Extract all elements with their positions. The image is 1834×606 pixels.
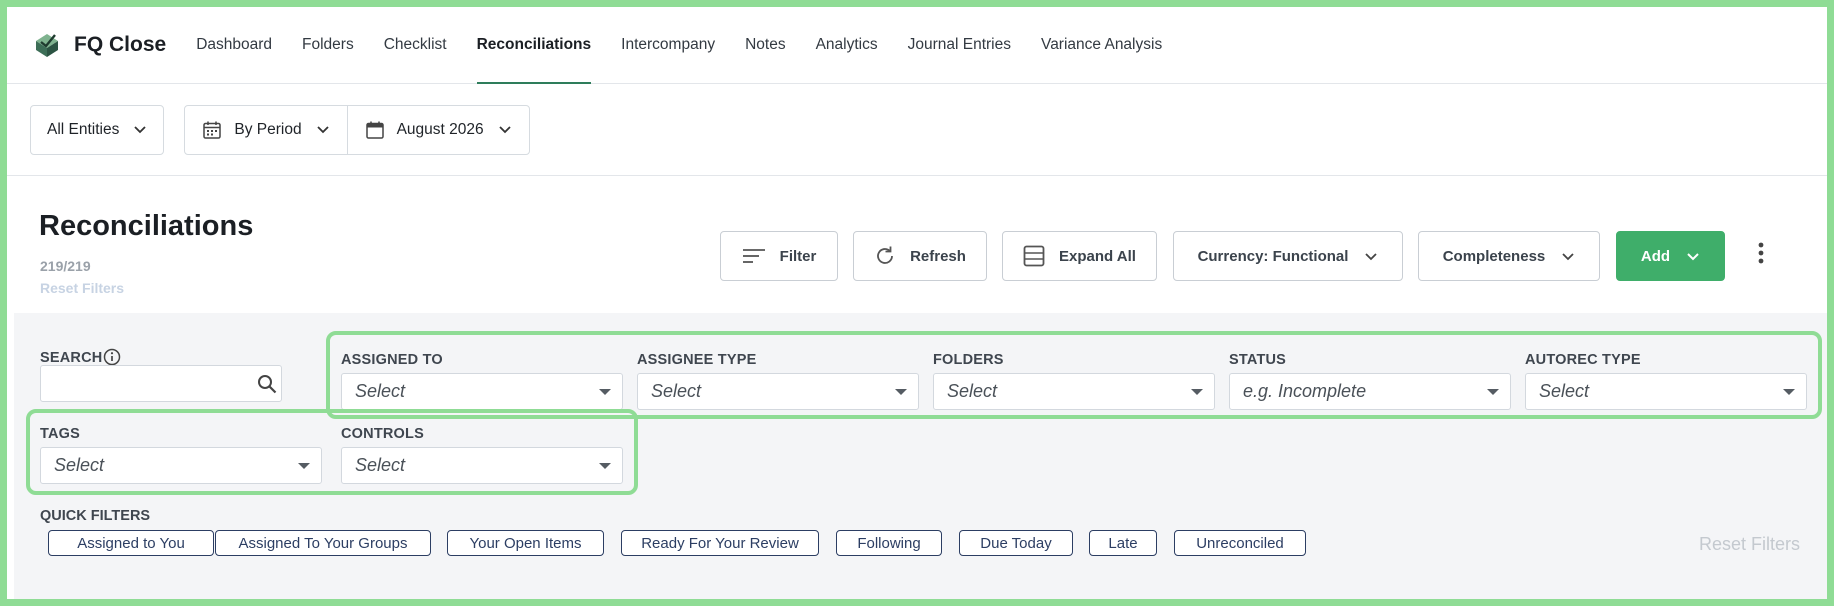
expand-all-label: Expand All [1059,247,1136,265]
tags-select[interactable]: Select [40,447,322,484]
entity-value: All Entities [47,120,120,138]
tab-intercompany[interactable]: Intercompany [621,7,715,84]
more-options-icon[interactable] [1754,240,1768,270]
reset-filters-link[interactable]: Reset Filters [40,280,124,296]
record-count: 219/219 [40,258,91,274]
quick-filter-late[interactable]: Late [1089,530,1157,556]
page-header: Reconciliations 219/219 Reset Filters Fi… [7,176,1827,313]
search-icon [258,375,277,394]
assigned-to-placeholder: Select [355,381,406,401]
quick-filter-unreconciled[interactable]: Unreconciled [1174,530,1306,556]
tab-folders[interactable]: Folders [302,7,354,84]
tab-notes[interactable]: Notes [745,7,786,84]
chevron-down-icon [1687,252,1699,260]
period-bar: All Entities By Period August 2026 [7,84,1827,176]
refresh-button[interactable]: Refresh [853,231,987,281]
page-title: Reconciliations [39,210,254,242]
top-nav: FQ Close Dashboard Folders Checklist Rec… [7,7,1827,84]
filter-lines-icon [742,249,765,263]
refresh-icon [877,246,893,264]
assignee-type-select[interactable]: Select [637,373,919,410]
brand[interactable]: FQ Close [34,31,166,59]
folders-label: FOLDERS [933,352,1004,368]
status-placeholder: e.g. Incomplete [1243,381,1367,401]
tab-dashboard[interactable]: Dashboard [196,7,272,84]
autorec-type-placeholder: Select [1539,381,1590,401]
add-label: Add [1640,247,1671,265]
tab-variance-analysis[interactable]: Variance Analysis [1041,7,1162,84]
assigned-to-select[interactable]: Select [341,373,623,410]
chevron-down-icon [316,126,329,134]
period-month-selector[interactable]: August 2026 [346,105,529,154]
period-selector-group: By Period August 2026 [184,104,530,155]
controls-placeholder: Select [355,455,406,475]
search-label: SEARCH [40,350,103,366]
completeness-label: Completeness [1442,247,1546,265]
period-month-value: August 2026 [396,120,484,138]
filter-label: Filter [779,247,817,265]
caret-down-icon [298,463,310,469]
assigned-to-label: ASSIGNED TO [341,352,443,368]
expand-all-button[interactable]: Expand All [1002,231,1157,281]
calendar-icon [365,121,384,139]
app-window: FQ Close Dashboard Folders Checklist Rec… [7,7,1827,599]
completeness-dropdown[interactable]: Completeness [1418,231,1600,281]
caret-down-icon [1191,389,1203,395]
assignee-type-label: ASSIGNEE TYPE [637,352,757,368]
folders-select[interactable]: Select [933,373,1215,410]
expand-all-icon [1023,245,1045,267]
filter-button[interactable]: Filter [720,231,838,281]
tags-label: TAGS [40,426,81,442]
currency-dropdown[interactable]: Currency: Functional [1173,231,1403,281]
tab-analytics[interactable]: Analytics [816,7,878,84]
controls-select[interactable]: Select [341,447,623,484]
chevron-down-icon [1562,252,1574,260]
currency-label: Currency: Functional [1197,247,1349,265]
quick-filter-assigned-to-your-groups[interactable]: Assigned To Your Groups [215,530,431,556]
quick-filter-ready-for-your-review[interactable]: Ready For Your Review [621,530,819,556]
quick-filters-title: QUICK FILTERS [40,508,151,524]
period-mode-value: By Period [234,120,302,138]
tags-placeholder: Select [54,455,105,475]
tab-checklist[interactable]: Checklist [384,7,447,84]
add-button[interactable]: Add [1616,231,1725,281]
quick-filter-assigned-to-you[interactable]: Assigned to You [48,530,214,556]
caret-down-icon [1487,389,1499,395]
chevron-down-icon [1365,252,1378,260]
caret-down-icon [1783,389,1795,395]
refresh-label: Refresh [910,247,966,265]
fq-logo-icon [36,34,58,57]
autorec-type-label: AUTOREC TYPE [1525,352,1641,368]
controls-label: CONTROLS [341,426,424,442]
app-name: FQ Close [74,33,167,56]
quick-filter-following[interactable]: Following [836,530,942,556]
calendar-icon [203,121,222,139]
chevron-down-icon [498,126,511,134]
status-label: STATUS [1229,352,1287,368]
period-mode-selector[interactable]: By Period [185,106,346,154]
caret-down-icon [599,463,611,469]
assignee-type-placeholder: Select [651,381,702,401]
folders-placeholder: Select [947,381,998,401]
tab-journal-entries[interactable]: Journal Entries [908,7,1011,84]
reset-filters-button[interactable]: Reset Filters [1699,534,1800,555]
filters-panel: SEARCH ASSIGNED TO Select ASSIGNEE TYPE … [14,313,1827,599]
tab-reconciliations[interactable]: Reconciliations [476,7,591,84]
caret-down-icon [895,389,907,395]
entity-selector[interactable]: All Entities [30,104,165,155]
status-select[interactable]: e.g. Incomplete [1229,373,1511,410]
info-icon[interactable] [103,348,121,366]
chevron-down-icon [134,126,147,134]
search-input[interactable] [40,365,282,402]
quick-filter-your-open-items[interactable]: Your Open Items [447,530,604,556]
caret-down-icon [599,389,611,395]
quick-filter-due-today[interactable]: Due Today [959,530,1073,556]
autorec-type-select[interactable]: Select [1525,373,1807,410]
